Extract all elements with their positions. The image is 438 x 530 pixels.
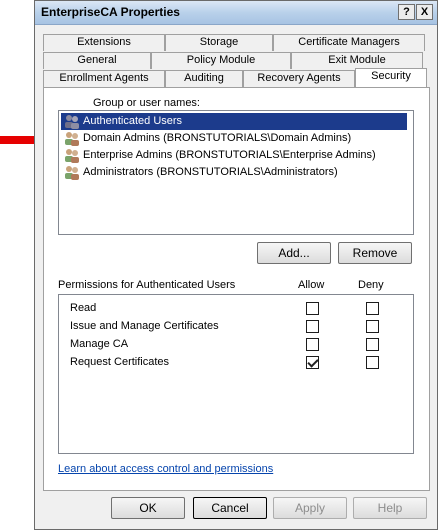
permission-name: Manage CA (70, 338, 129, 350)
tab-row-3: Enrollment Agents Auditing Recovery Agen… (43, 68, 430, 87)
window-title: EnterpriseCA Properties (41, 5, 180, 19)
apply-button[interactable]: Apply (273, 497, 347, 519)
tab-general[interactable]: General (43, 52, 151, 69)
list-item-administrators[interactable]: Administrators (BRONSTUTORIALS\Administr… (61, 164, 407, 181)
deny-column-header: Deny (358, 279, 384, 291)
group-label: Group or user names: (93, 97, 200, 109)
permission-row-manage-ca: Manage CA (59, 336, 409, 354)
remove-button[interactable]: Remove (338, 242, 412, 264)
users-icon (65, 115, 79, 129)
tab-storage[interactable]: Storage (165, 34, 273, 51)
user-name: Domain Admins (BRONSTUTORIALS\Domain Adm… (83, 132, 352, 144)
deny-checkbox-issue-manage[interactable] (366, 320, 379, 333)
help-button[interactable]: Help (353, 497, 427, 519)
allow-column-header: Allow (298, 279, 325, 291)
deny-checkbox-request-certificates[interactable] (366, 356, 379, 369)
access-control-help-link[interactable]: Learn about access control and permissio… (58, 463, 273, 475)
permissions-label: Permissions for Authenticated Users (58, 279, 236, 291)
list-item-domain-admins[interactable]: Domain Admins (BRONSTUTORIALS\Domain Adm… (61, 130, 407, 147)
permission-name: Issue and Manage Certificates (70, 320, 219, 332)
title-bar: EnterpriseCA Properties ? X (35, 1, 437, 25)
user-name: Administrators (BRONSTUTORIALS\Administr… (83, 166, 338, 178)
tab-policy-module[interactable]: Policy Module (151, 52, 291, 69)
close-title-button[interactable]: X (416, 4, 433, 20)
add-button[interactable]: Add... (257, 242, 331, 264)
users-icon (65, 166, 79, 180)
tab-row-1: Extensions Storage Certificate Managers (43, 34, 430, 51)
cancel-button[interactable]: Cancel (193, 497, 267, 519)
tab-certificate-managers[interactable]: Certificate Managers (273, 34, 425, 51)
allow-checkbox-issue-manage[interactable] (306, 320, 319, 333)
deny-checkbox-manage-ca[interactable] (366, 338, 379, 351)
user-name: Enterprise Admins (BRONSTUTORIALS\Enterp… (83, 149, 376, 161)
users-listbox[interactable]: Authenticated Users Domain Admins (BRONS… (58, 110, 414, 235)
tab-auditing[interactable]: Auditing (165, 70, 243, 87)
list-item-enterprise-admins[interactable]: Enterprise Admins (BRONSTUTORIALS\Enterp… (61, 147, 407, 164)
permission-row-read: Read (59, 300, 409, 318)
help-title-button[interactable]: ? (398, 4, 415, 20)
list-item-authenticated-users[interactable]: Authenticated Users (61, 113, 407, 130)
users-icon (65, 149, 79, 163)
allow-checkbox-manage-ca[interactable] (306, 338, 319, 351)
allow-checkbox-request-certificates[interactable] (306, 356, 319, 369)
tab-extensions[interactable]: Extensions (43, 34, 165, 51)
permission-name: Read (70, 302, 97, 314)
user-name: Authenticated Users (83, 115, 183, 127)
permission-row-issue-manage: Issue and Manage Certificates (59, 318, 409, 336)
users-icon (65, 132, 79, 146)
tab-enrollment-agents[interactable]: Enrollment Agents (43, 70, 165, 87)
tab-row-2: General Policy Module Exit Module (43, 52, 430, 69)
tab-recovery-agents[interactable]: Recovery Agents (243, 70, 355, 87)
ok-button[interactable]: OK (111, 497, 185, 519)
permission-row-request-certificates: Request Certificates (59, 354, 409, 372)
allow-checkbox-read[interactable] (306, 302, 319, 315)
deny-checkbox-read[interactable] (366, 302, 379, 315)
permissions-list: Read Issue and Manage Certificates Manag… (58, 294, 414, 454)
tab-exit-module[interactable]: Exit Module (291, 52, 423, 69)
tab-security[interactable]: Security (355, 68, 427, 87)
permission-name: Request Certificates (70, 356, 170, 368)
